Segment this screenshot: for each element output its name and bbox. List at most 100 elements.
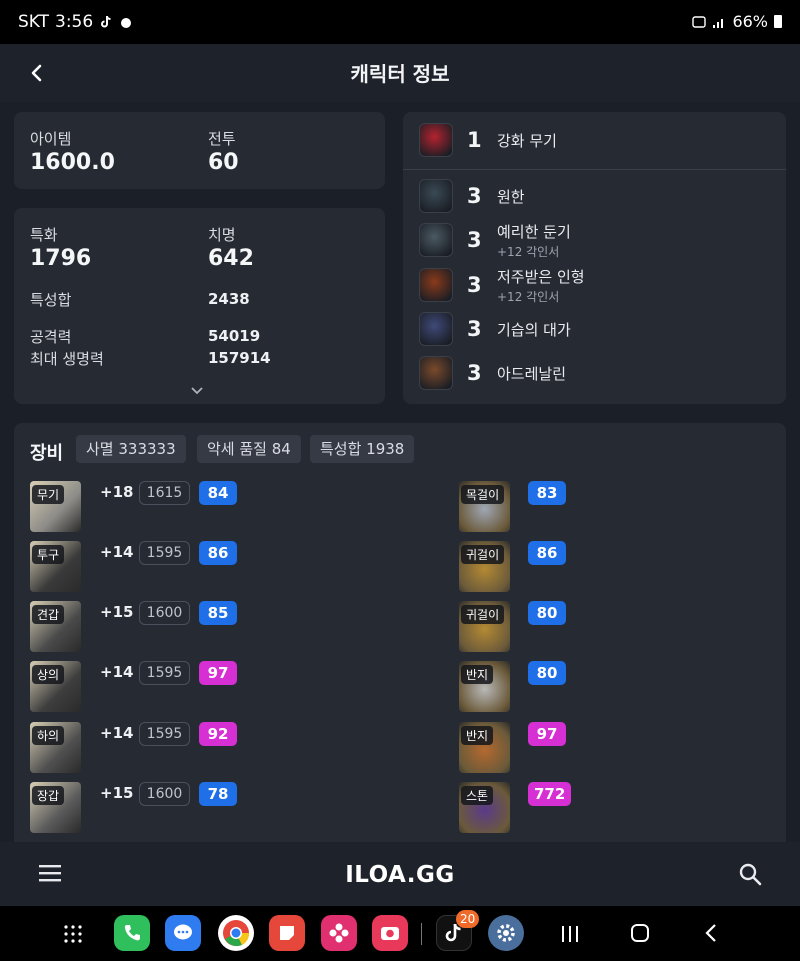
engraving-row[interactable]: 3 기습의 대가 — [419, 311, 571, 347]
gear-icon — [497, 924, 515, 942]
item-level: 1595 — [139, 661, 190, 685]
slot-tag: 견갑 — [32, 605, 65, 624]
app-drawer-icon[interactable] — [63, 924, 83, 944]
item-level-value: 1600.0 — [30, 150, 115, 175]
crit-label: 치명 — [208, 226, 236, 244]
expand-button[interactable] — [190, 380, 210, 396]
quality-badge: 97 — [199, 661, 237, 685]
slot-tag: 귀걸이 — [461, 605, 505, 624]
tiktok-badge: 20 — [456, 910, 480, 928]
gallery-app-icon[interactable] — [321, 915, 357, 951]
equipment-slot[interactable]: 무기 +18 1615 84 — [30, 481, 260, 533]
engraving-name: 아드레날린 — [497, 364, 567, 383]
summary-card: 아이템 1600.0 전투 60 — [14, 112, 385, 189]
quality-badge: 80 — [528, 601, 566, 625]
weapon-engraving-icon — [419, 123, 453, 157]
engraving-text: 저주받은 인형 +12 각인서 — [497, 266, 585, 305]
quality-badge: 83 — [528, 481, 566, 505]
equipment-slot[interactable]: 투구 +14 1595 86 — [30, 541, 260, 593]
accessory-slot[interactable]: 스톤 772 — [459, 782, 579, 834]
home-icon[interactable] — [630, 923, 650, 943]
slot-tag: 반지 — [461, 726, 494, 745]
5g-icon — [692, 15, 707, 28]
engraving-name: 기습의 대가 — [497, 320, 571, 339]
ring-icon: 반지 — [459, 661, 510, 712]
settings-app-icon[interactable] — [488, 915, 524, 951]
phone-app-icon[interactable] — [114, 915, 150, 951]
equipment-card: 장비 사멸 333333 악세 품질 84 특성합 1938 무기 +18 1615… — [14, 423, 786, 842]
specialization-value: 1796 — [30, 246, 92, 271]
gloves-icon: 장갑 — [30, 782, 81, 833]
quality-badge: 85 — [199, 601, 237, 625]
cursed-doll-icon — [419, 268, 453, 302]
notes-app-icon[interactable] — [269, 915, 305, 951]
brand-logo[interactable]: ILOA.GG — [0, 862, 800, 888]
chest-icon: 상의 — [30, 661, 81, 712]
item-level: 1600 — [139, 782, 190, 806]
engraving-row[interactable]: 3 아드레날린 — [419, 355, 566, 391]
combat-level-label: 전투 — [208, 130, 236, 148]
engraving-level: 3 — [467, 184, 482, 208]
stats-card: 특화 1796 치명 642 특성합 2438 공격력 54019 최대 생명력… — [14, 208, 385, 404]
ring-icon: 반지 — [459, 722, 510, 773]
tiktok-notification-icon — [101, 15, 111, 28]
set-chip: 사멸 333333 — [76, 435, 186, 463]
trait-sum-label: 특성합 — [30, 291, 72, 309]
equipment-title: 장비 — [30, 443, 64, 464]
accessory-slot[interactable]: 반지 97 — [459, 722, 579, 774]
search-icon — [739, 863, 762, 886]
attack-power-value: 54019 — [208, 327, 261, 345]
slot-tag: 스톤 — [461, 786, 494, 805]
quality-badge: 84 — [199, 481, 237, 505]
engraving-row[interactable]: 3 예리한 둔기 +12 각인서 — [419, 222, 571, 259]
dock-divider — [421, 923, 422, 945]
item-level: 1595 — [139, 541, 190, 565]
slot-tag: 장갑 — [32, 786, 65, 805]
accessory-slot[interactable]: 반지 80 — [459, 661, 579, 713]
battery-percent: 66% — [732, 12, 768, 31]
equipment-slot[interactable]: 하의 +14 1595 92 — [30, 722, 260, 774]
messages-app-icon[interactable] — [165, 915, 201, 951]
engraving-text: 강화 무기 — [497, 130, 557, 151]
engraving-name: 예리한 둔기 — [497, 222, 571, 241]
notification-icon — [121, 18, 132, 28]
accessory-slot[interactable]: 귀걸이 86 — [459, 541, 579, 593]
page-title: 캐릭터 정보 — [350, 62, 450, 86]
accessory-slot[interactable]: 귀걸이 80 — [459, 601, 579, 653]
engraving-text: 아드레날린 — [497, 363, 566, 384]
clock: 3:56 — [55, 12, 94, 32]
engraving-name: 원한 — [497, 187, 525, 206]
divider — [403, 169, 786, 170]
upgrade-level: +15 — [100, 784, 134, 802]
engraving-row[interactable]: 3 원한 — [419, 178, 525, 214]
app-header: 캐릭터 정보 — [0, 44, 800, 102]
chrome-app-icon[interactable] — [218, 915, 254, 951]
quality-badge: 772 — [528, 782, 572, 806]
upgrade-level: +14 — [100, 543, 134, 561]
item-level: 1615 — [139, 481, 190, 505]
slot-tag: 무기 — [32, 485, 65, 504]
upgrade-level: +15 — [100, 603, 134, 621]
keen-blunt-icon — [419, 223, 453, 257]
recent-apps-icon[interactable] — [561, 925, 579, 943]
equipment-slot[interactable]: 상의 +14 1595 97 — [30, 661, 260, 713]
engraving-name: 저주받은 인형 — [497, 267, 585, 286]
earring-icon: 귀걸이 — [459, 541, 510, 592]
engraving-row[interactable]: 1 강화 무기 — [419, 122, 557, 158]
quality-badge: 86 — [199, 541, 237, 565]
quality-badge: 80 — [528, 661, 566, 685]
equipment-slot[interactable]: 장갑 +15 1600 78 — [30, 782, 260, 834]
back-nav-icon[interactable] — [704, 923, 718, 943]
necklace-icon: 목걸이 — [459, 481, 510, 532]
quality-badge: 97 — [528, 722, 566, 746]
flower-icon — [329, 923, 349, 943]
search-button[interactable] — [738, 862, 764, 888]
engraving-level: 3 — [467, 361, 482, 385]
equipment-slot[interactable]: 견갑 +15 1600 85 — [30, 601, 260, 653]
accessory-slot[interactable]: 목걸이 83 — [459, 481, 579, 533]
phone-icon — [124, 925, 140, 941]
engravings-card: 1 강화 무기 3 원한 3 예리한 둔기 +12 각인서 3 저주받은 인형 +12 각인서 3 기… — [403, 112, 786, 404]
camera-app-icon[interactable] — [372, 915, 408, 951]
engraving-row[interactable]: 3 저주받은 인형 +12 각인서 — [419, 266, 585, 305]
engraving-level: 3 — [467, 273, 482, 297]
